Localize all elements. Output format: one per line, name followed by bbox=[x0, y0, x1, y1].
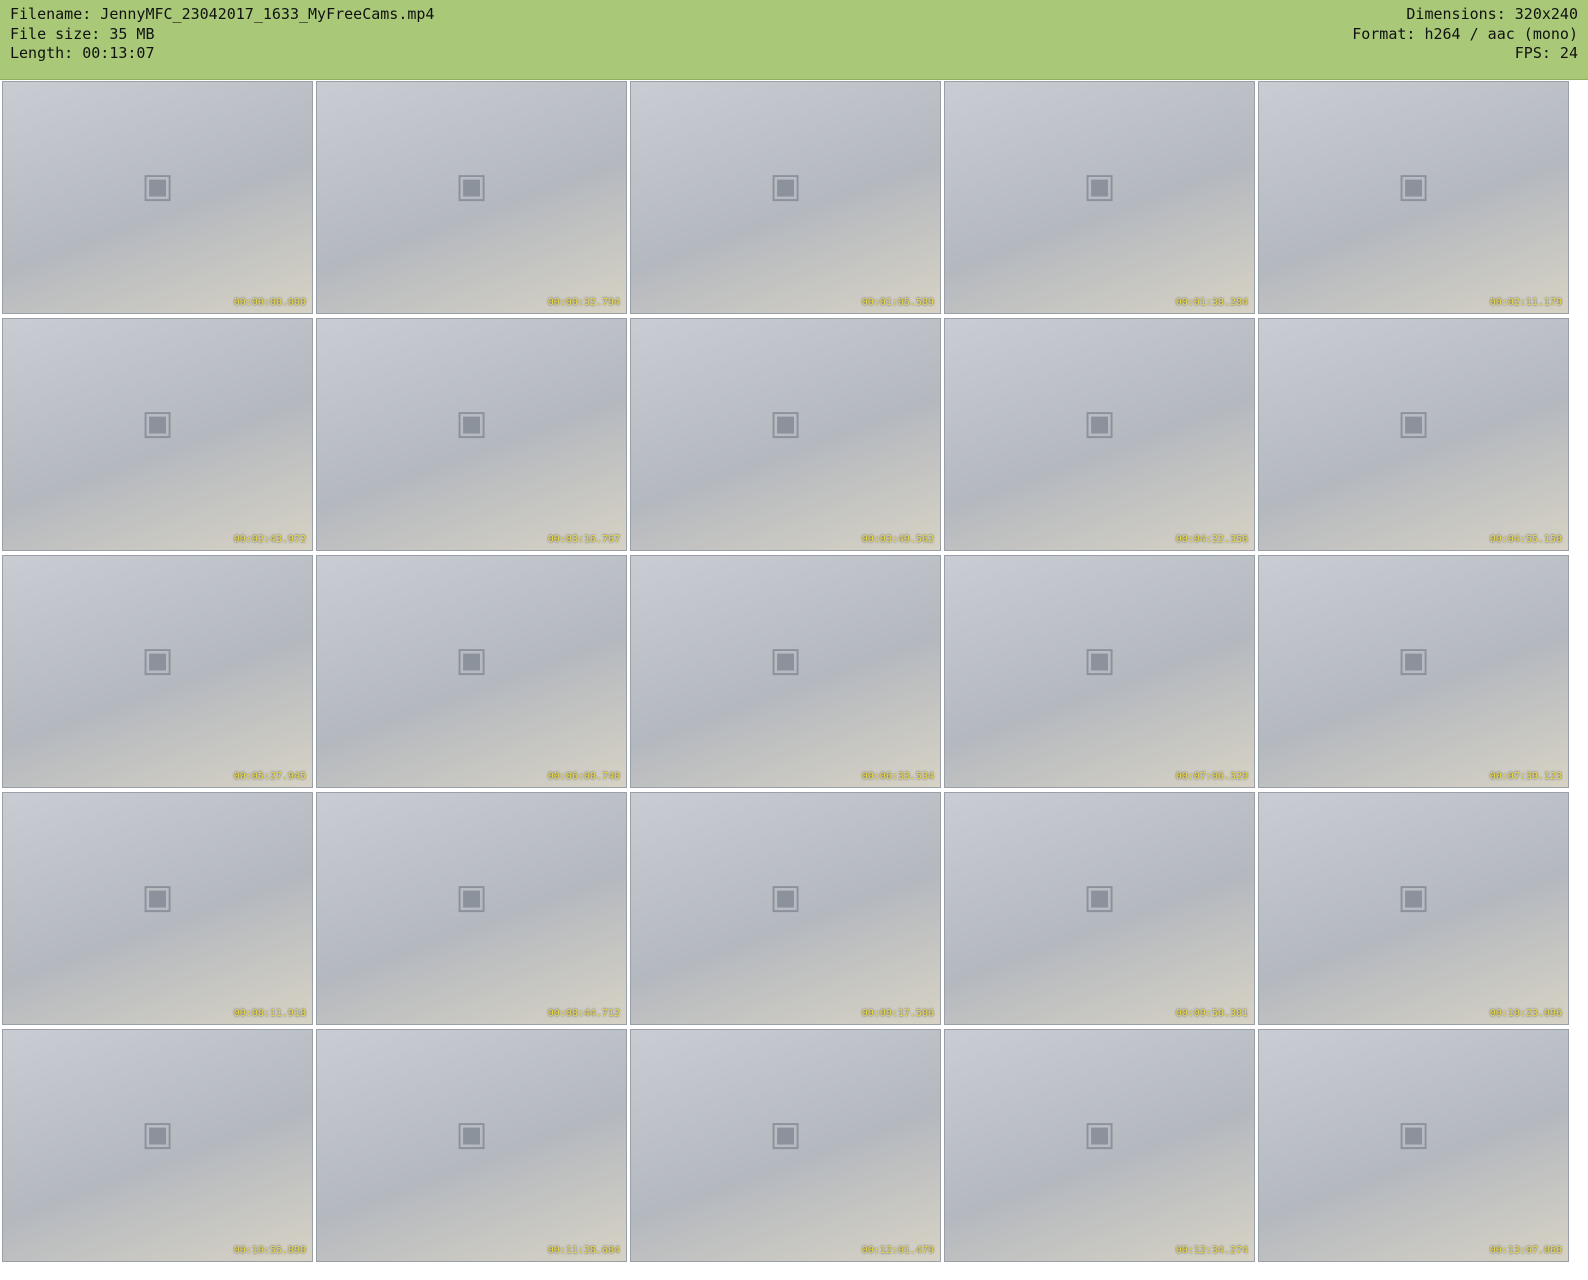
frame-timestamp: 00:05:27.945 bbox=[233, 771, 306, 782]
frame-thumbnail[interactable]: ▣ 00:06:00.740 bbox=[316, 555, 627, 788]
frame-timestamp: 00:03:16.767 bbox=[547, 534, 620, 545]
frame-timestamp: 00:07:39.123 bbox=[1489, 771, 1562, 782]
frame-thumbnail[interactable]: ▣ 00:10:23.096 bbox=[1258, 792, 1569, 1025]
image-placeholder-icon: ▣ bbox=[1397, 1113, 1430, 1154]
image-placeholder-icon: ▣ bbox=[1083, 876, 1116, 917]
frame-thumbnail[interactable]: ▣ 00:12:01.479 bbox=[630, 1029, 941, 1262]
filename-text: Filename: JennyMFC_23042017_1633_MyFreeC… bbox=[10, 5, 435, 23]
frame-timestamp: 00:02:11.179 bbox=[1489, 297, 1562, 308]
frame-timestamp: 00:06:00.740 bbox=[547, 771, 620, 782]
frame-thumbnail[interactable]: ▣ 00:00:00.000 bbox=[2, 81, 313, 314]
image-placeholder-icon: ▣ bbox=[141, 165, 174, 206]
image-placeholder-icon: ▣ bbox=[141, 876, 174, 917]
frame-thumbnail[interactable]: ▣ 00:07:39.123 bbox=[1258, 555, 1569, 788]
image-placeholder-icon: ▣ bbox=[455, 1113, 488, 1154]
frame-timestamp: 00:01:05.589 bbox=[861, 297, 934, 308]
image-placeholder-icon: ▣ bbox=[1083, 402, 1116, 443]
frame-timestamp: 00:13:07.068 bbox=[1489, 1245, 1562, 1256]
frame-thumbnail[interactable]: ▣ 00:01:38.284 bbox=[944, 81, 1255, 314]
frame-thumbnail[interactable]: ▣ 00:00:32.794 bbox=[316, 81, 627, 314]
frame-timestamp: 00:12:01.479 bbox=[861, 1245, 934, 1256]
image-placeholder-icon: ▣ bbox=[769, 402, 802, 443]
frame-timestamp: 00:08:11.918 bbox=[233, 1008, 306, 1019]
frame-thumbnail[interactable]: ▣ 00:01:05.589 bbox=[630, 81, 941, 314]
fps-text: FPS: 24 bbox=[1514, 44, 1578, 62]
frame-thumbnail[interactable]: ▣ 00:03:49.562 bbox=[630, 318, 941, 551]
frame-timestamp: 00:00:32.794 bbox=[547, 297, 620, 308]
frame-timestamp: 00:09:50.301 bbox=[1175, 1008, 1248, 1019]
frame-thumbnail[interactable]: ▣ 00:10:55.890 bbox=[2, 1029, 313, 1262]
frame-timestamp: 00:10:55.890 bbox=[233, 1245, 306, 1256]
thumbnail-grid: ▣ 00:00:00.000 ▣ 00:00:32.794 ▣ 00:01:05.589 ▣… bbox=[2, 81, 1569, 1262]
frame-thumbnail[interactable]: ▣ 00:13:07.068 bbox=[1258, 1029, 1569, 1262]
image-placeholder-icon: ▣ bbox=[455, 639, 488, 680]
frame-timestamp: 00:04:55.150 bbox=[1489, 534, 1562, 545]
image-placeholder-icon: ▣ bbox=[455, 402, 488, 443]
format-text: Format: h264 / aac (mono) bbox=[1352, 24, 1578, 43]
image-placeholder-icon: ▣ bbox=[455, 876, 488, 917]
metadata-header: Filename: JennyMFC_23042017_1633_MyFreeC… bbox=[0, 0, 1588, 80]
image-placeholder-icon: ▣ bbox=[1397, 876, 1430, 917]
dimensions-text: Dimensions: 320x240 bbox=[1406, 5, 1578, 23]
header-right: Dimensions: 320x240 Format: h264 / aac (m… bbox=[1352, 5, 1578, 64]
frame-timestamp: 00:03:49.562 bbox=[861, 534, 934, 545]
length-text: Length: 00:13:07 bbox=[10, 44, 155, 62]
frame-timestamp: 00:08:44.712 bbox=[547, 1008, 620, 1019]
frame-thumbnail[interactable]: ▣ 00:02:43.972 bbox=[2, 318, 313, 551]
frame-timestamp: 00:00:00.000 bbox=[233, 297, 306, 308]
image-placeholder-icon: ▣ bbox=[141, 1113, 174, 1154]
image-placeholder-icon: ▣ bbox=[141, 402, 174, 443]
image-placeholder-icon: ▣ bbox=[1083, 639, 1116, 680]
image-placeholder-icon: ▣ bbox=[769, 165, 802, 206]
image-placeholder-icon: ▣ bbox=[1397, 402, 1430, 443]
image-placeholder-icon: ▣ bbox=[769, 1113, 802, 1154]
frame-timestamp: 00:11:28.684 bbox=[547, 1245, 620, 1256]
image-placeholder-icon: ▣ bbox=[141, 639, 174, 680]
frame-timestamp: 00:12:34.274 bbox=[1175, 1245, 1248, 1256]
frame-thumbnail[interactable]: ▣ 00:02:11.179 bbox=[1258, 81, 1569, 314]
frame-thumbnail[interactable]: ▣ 00:08:44.712 bbox=[316, 792, 627, 1025]
image-placeholder-icon: ▣ bbox=[769, 876, 802, 917]
frame-timestamp: 00:09:17.506 bbox=[861, 1008, 934, 1019]
frame-timestamp: 00:02:43.972 bbox=[233, 534, 306, 545]
frame-thumbnail[interactable]: ▣ 00:09:50.301 bbox=[944, 792, 1255, 1025]
frame-timestamp: 00:06:33.534 bbox=[861, 771, 934, 782]
header-left: Filename: JennyMFC_23042017_1633_MyFreeC… bbox=[10, 5, 434, 64]
image-placeholder-icon: ▣ bbox=[1397, 639, 1430, 680]
image-placeholder-icon: ▣ bbox=[1083, 1113, 1116, 1154]
frame-thumbnail[interactable]: ▣ 00:04:22.356 bbox=[944, 318, 1255, 551]
filesize-text: File size: 35 MB bbox=[10, 24, 155, 43]
frame-thumbnail[interactable]: ▣ 00:12:34.274 bbox=[944, 1029, 1255, 1262]
image-placeholder-icon: ▣ bbox=[769, 639, 802, 680]
image-placeholder-icon: ▣ bbox=[455, 165, 488, 206]
frame-thumbnail[interactable]: ▣ 00:08:11.918 bbox=[2, 792, 313, 1025]
frame-thumbnail[interactable]: ▣ 00:03:16.767 bbox=[316, 318, 627, 551]
frame-thumbnail[interactable]: ▣ 00:05:27.945 bbox=[2, 555, 313, 788]
frame-timestamp: 00:07:06.329 bbox=[1175, 771, 1248, 782]
frame-thumbnail[interactable]: ▣ 00:06:33.534 bbox=[630, 555, 941, 788]
frame-timestamp: 00:10:23.096 bbox=[1489, 1008, 1562, 1019]
frame-timestamp: 00:01:38.284 bbox=[1175, 297, 1248, 308]
frame-thumbnail[interactable]: ▣ 00:04:55.150 bbox=[1258, 318, 1569, 551]
frame-thumbnail[interactable]: ▣ 00:07:06.329 bbox=[944, 555, 1255, 788]
frame-timestamp: 00:04:22.356 bbox=[1175, 534, 1248, 545]
image-placeholder-icon: ▣ bbox=[1083, 165, 1116, 206]
frame-thumbnail[interactable]: ▣ 00:11:28.684 bbox=[316, 1029, 627, 1262]
image-placeholder-icon: ▣ bbox=[1397, 165, 1430, 206]
frame-thumbnail[interactable]: ▣ 00:09:17.506 bbox=[630, 792, 941, 1025]
